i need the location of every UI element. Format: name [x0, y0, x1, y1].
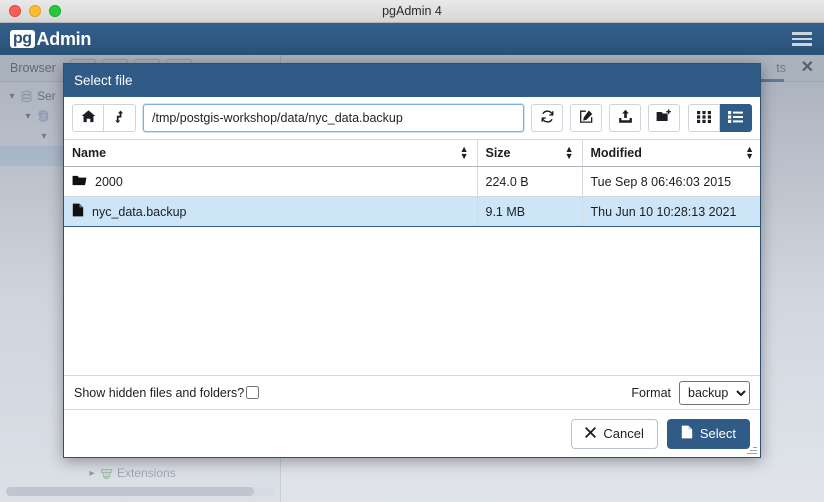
hamburger-bar — [792, 43, 812, 46]
format-select[interactable]: backup — [679, 381, 750, 405]
cell-name: 2000 — [64, 167, 477, 197]
table-row[interactable]: nyc_data.backup 9.1 MB Thu Jun 10 10:28:… — [64, 197, 760, 227]
column-header-modified-label: Modified — [591, 146, 642, 160]
show-hidden-files-option[interactable]: Show hidden files and folders? — [74, 386, 259, 400]
file-name-label: nyc_data.backup — [92, 205, 187, 219]
show-hidden-files-checkbox[interactable] — [246, 386, 259, 399]
file-table-body: 2000 224.0 B Tue Sep 8 06:46:03 2015 — [64, 167, 760, 227]
list-view-icon — [728, 110, 743, 127]
app-root: pgAdmin 4 pg Admin Browser — [0, 0, 824, 502]
format-label: Format — [631, 386, 671, 400]
column-header-modified[interactable]: Modified ▲▼ — [582, 140, 760, 167]
dialog-title: Select file — [74, 73, 133, 88]
grid-view-icon — [697, 110, 711, 127]
format-option: Format backup — [631, 381, 750, 405]
column-header-size-label: Size — [486, 146, 511, 160]
dialog-footer: Cancel Select — [64, 409, 760, 457]
file-list-container: Name ▲▼ Size ▲▼ Modified ▲▼ — [64, 139, 760, 375]
dialog-options-bar: Show hidden files and folders? Format ba… — [64, 375, 760, 409]
hamburger-bar — [792, 38, 812, 41]
cell-size: 9.1 MB — [477, 197, 582, 227]
refresh-icon — [540, 109, 555, 127]
rename-button[interactable] — [570, 104, 602, 132]
select-button-label: Select — [700, 426, 736, 441]
window-titlebar: pgAdmin 4 — [0, 0, 824, 23]
column-header-name[interactable]: Name ▲▼ — [64, 140, 477, 167]
table-row[interactable]: 2000 224.0 B Tue Sep 8 06:46:03 2015 — [64, 167, 760, 197]
upload-icon — [618, 109, 633, 127]
select-file-dialog: Select file — [63, 63, 761, 458]
pgadmin-logo: pg Admin — [10, 29, 91, 50]
upload-button[interactable] — [609, 104, 641, 132]
rename-edit-icon — [579, 109, 594, 127]
folder-icon — [72, 174, 87, 190]
level-up-icon — [113, 109, 127, 127]
dialog-header: Select file — [64, 64, 760, 97]
level-up-button[interactable] — [104, 104, 136, 132]
grip-line — [753, 447, 757, 449]
grip-line — [750, 450, 757, 452]
file-icon — [681, 425, 693, 442]
file-table: Name ▲▼ Size ▲▼ Modified ▲▼ — [64, 139, 760, 227]
select-button[interactable]: Select — [667, 419, 750, 449]
app-header: pg Admin — [0, 23, 824, 55]
dialog-resize-handle[interactable] — [747, 444, 757, 454]
list-view-button[interactable] — [720, 104, 752, 132]
home-icon — [81, 109, 96, 127]
window-title: pgAdmin 4 — [0, 4, 824, 18]
column-header-name-label: Name — [72, 146, 106, 160]
file-icon — [72, 203, 84, 220]
logo-admin-text: Admin — [37, 29, 92, 50]
refresh-button[interactable] — [531, 104, 563, 132]
cell-size: 224.0 B — [477, 167, 582, 197]
file-name-label: 2000 — [95, 175, 123, 189]
sort-icon[interactable]: ▲▼ — [565, 146, 574, 160]
sort-icon[interactable]: ▲▼ — [745, 146, 754, 160]
view-toggle-group — [688, 104, 752, 132]
cancel-button-label: Cancel — [603, 426, 643, 441]
sort-icon[interactable]: ▲▼ — [460, 146, 469, 160]
home-button[interactable] — [72, 104, 104, 132]
column-header-size[interactable]: Size ▲▼ — [477, 140, 582, 167]
grip-line — [747, 453, 757, 455]
file-table-head: Name ▲▼ Size ▲▼ Modified ▲▼ — [64, 140, 760, 167]
new-folder-icon — [656, 109, 672, 127]
hamburger-menu-icon[interactable] — [792, 32, 812, 46]
file-name-cell: nyc_data.backup — [72, 203, 469, 220]
cancel-button[interactable]: Cancel — [571, 419, 657, 449]
show-hidden-files-label: Show hidden files and folders? — [74, 386, 244, 400]
cell-modified: Thu Jun 10 10:28:13 2021 — [582, 197, 760, 227]
table-header-row: Name ▲▼ Size ▲▼ Modified ▲▼ — [64, 140, 760, 167]
x-icon — [585, 426, 596, 441]
new-folder-button[interactable] — [648, 104, 680, 132]
file-name-cell: 2000 — [72, 174, 469, 190]
hamburger-bar — [792, 32, 812, 35]
cell-modified: Tue Sep 8 06:46:03 2015 — [582, 167, 760, 197]
logo-pg-text: pg — [10, 30, 35, 48]
cell-name: nyc_data.backup — [64, 197, 477, 227]
path-input[interactable] — [143, 104, 524, 132]
navigation-button-group — [72, 104, 136, 132]
grid-view-button[interactable] — [688, 104, 720, 132]
dialog-toolbar — [64, 97, 760, 139]
